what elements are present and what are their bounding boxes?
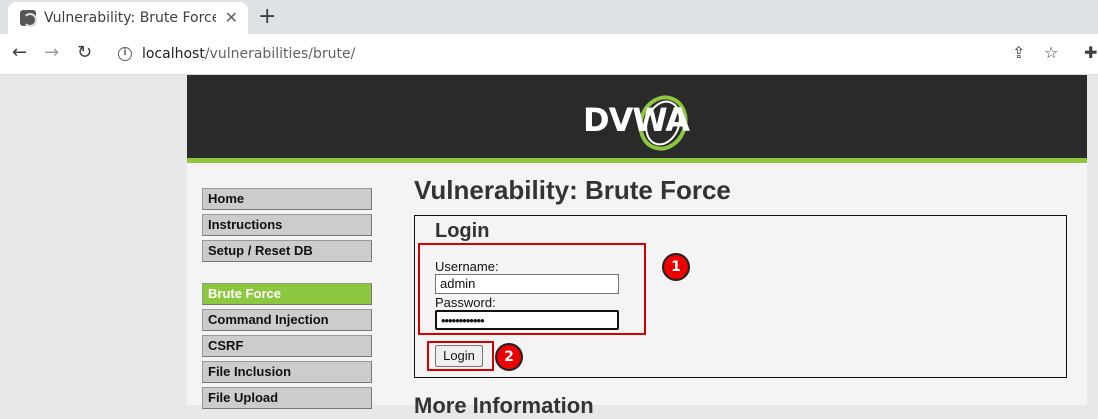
menu-item-file-inclusion[interactable]: File Inclusion: [202, 361, 372, 383]
more-information-heading: More Information: [414, 393, 594, 418]
sidebar-menu: Home Instructions Setup / Reset DB Brute…: [202, 188, 372, 413]
menu-item-csrf[interactable]: CSRF: [202, 335, 372, 357]
tab-title: Vulnerability: Brute Force: [44, 10, 216, 26]
menu-item-home[interactable]: Home: [202, 188, 372, 210]
share-icon[interactable]: ⇪: [1012, 43, 1025, 62]
url-host: localhost: [142, 46, 205, 62]
bookmark-star-icon[interactable]: ☆: [1044, 43, 1058, 62]
back-button[interactable]: ←: [12, 42, 27, 63]
main-content: Vulnerability: Brute Force Login Usernam…: [414, 173, 1074, 378]
logo-text: DVWA: [583, 101, 690, 139]
reload-button[interactable]: ↻: [77, 42, 92, 63]
menu-item-file-upload[interactable]: File Upload: [202, 387, 372, 409]
menu-item-instructions[interactable]: Instructions: [202, 214, 372, 236]
address-bar[interactable]: i localhost/vulnerabilities/brute/: [108, 39, 1072, 69]
tab-strip: Vulnerability: Brute Force ✕ +: [0, 0, 1098, 34]
page-title: Vulnerability: Brute Force: [414, 175, 731, 205]
site-info-icon[interactable]: i: [118, 47, 132, 61]
dvwa-logo: DVWA: [583, 93, 693, 151]
new-tab-button[interactable]: +: [258, 4, 276, 29]
dvwa-favicon-icon: [20, 10, 37, 27]
menu-divider: [202, 266, 372, 283]
forward-button[interactable]: →: [44, 42, 59, 63]
browser-toolbar: ← → ↻ i localhost/vulnerabilities/brute/…: [0, 34, 1098, 75]
close-tab-icon[interactable]: ✕: [225, 8, 238, 27]
login-button-highlight: [427, 341, 494, 371]
login-heading: Login: [435, 220, 490, 242]
step-badge-1: 1: [662, 253, 690, 281]
menu-item-setup[interactable]: Setup / Reset DB: [202, 240, 372, 262]
page-header: DVWA: [187, 75, 1087, 163]
extensions-icon[interactable]: ✚: [1084, 43, 1097, 62]
page-content: DVWA Home Instructions Setup / Reset DB …: [187, 75, 1087, 418]
url-path: /vulnerabilities/brute/: [204, 46, 356, 62]
credentials-highlight: [418, 243, 646, 335]
menu-item-command-injection[interactable]: Command Injection: [202, 309, 372, 331]
browser-tab[interactable]: Vulnerability: Brute Force ✕: [8, 2, 248, 34]
step-badge-2: 2: [495, 343, 523, 371]
menu-item-brute-force[interactable]: Brute Force: [202, 283, 372, 305]
